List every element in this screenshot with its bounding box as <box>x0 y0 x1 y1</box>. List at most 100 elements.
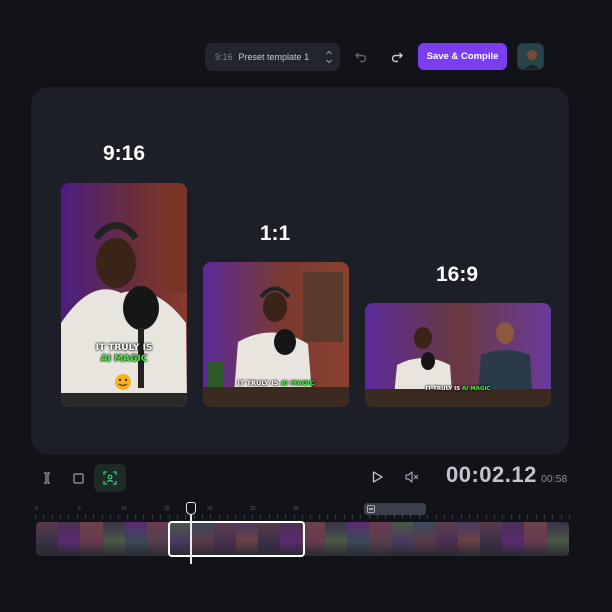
filmstrip-frame <box>413 522 436 556</box>
preview-frame-1-1[interactable]: IT TRULY IS AI MAGIC <box>203 262 349 407</box>
ruler-tick <box>452 515 454 519</box>
ruler-tick <box>510 515 512 519</box>
ruler-tick <box>276 515 278 519</box>
format-label-9-16: 9:16 <box>102 142 146 165</box>
ruler-tick <box>443 515 445 519</box>
caption-overlay: IT TRULY IS AI MAGIC <box>365 386 551 392</box>
stop-icon <box>72 472 84 484</box>
crop-focus-button[interactable] <box>94 464 126 492</box>
ruler-tick <box>327 515 329 519</box>
undo-button[interactable] <box>351 47 371 67</box>
ruler-tick <box>335 515 337 519</box>
ruler-label: 30 <box>293 506 299 512</box>
caption-highlight: AI MAGIC <box>280 379 315 387</box>
filmstrip-frame <box>369 522 392 556</box>
filmstrip-frame <box>80 522 103 556</box>
preset-ratio: 9:16 <box>215 52 233 62</box>
selected-segment[interactable] <box>168 521 305 557</box>
caption-overlay: IT TRULY IS AI MAGIC <box>61 343 187 365</box>
crop-focus-icon <box>103 471 117 485</box>
filmstrip-frame <box>480 522 503 556</box>
split-button[interactable] <box>38 468 56 488</box>
ruler-tick <box>210 515 212 519</box>
play-icon <box>372 471 383 483</box>
redo-icon <box>391 52 403 63</box>
undo-icon <box>355 52 367 63</box>
ruler-tick <box>310 515 312 519</box>
filmstrip-frame <box>58 522 81 556</box>
caption-segment-tag[interactable] <box>364 503 426 515</box>
ruler-tick <box>268 515 270 519</box>
ruler-tick <box>402 515 404 519</box>
avatar[interactable] <box>517 43 544 70</box>
preview-frame-16-9[interactable]: IT TRULY IS AI MAGIC <box>365 303 551 407</box>
filmstrip-frame <box>391 522 414 556</box>
ruler-label: 15 <box>164 506 170 512</box>
ruler-tick <box>485 515 487 519</box>
ruler-tick <box>126 515 128 519</box>
ruler-tick <box>226 515 228 519</box>
current-time: 00:02.12 <box>446 462 537 487</box>
filmstrip-frame <box>302 522 325 556</box>
chevron-updown-icon <box>326 50 332 64</box>
stop-button[interactable] <box>69 468 87 488</box>
save-compile-button[interactable]: Save & Compile <box>418 43 507 70</box>
mute-icon <box>405 471 419 483</box>
ruler-tick <box>343 515 345 519</box>
ruler-tick <box>143 515 145 519</box>
ruler-tick <box>385 515 387 519</box>
ruler-tick <box>160 515 162 519</box>
timeline-ruler[interactable]: 0 5 10 15 20 25 30 <box>35 505 570 519</box>
total-duration: 00:58 <box>541 473 568 485</box>
ruler-tick <box>543 515 545 519</box>
ruler-tick <box>176 515 178 519</box>
ruler-label: 10 <box>121 506 127 512</box>
caption-highlight: AI MAGIC <box>462 386 491 392</box>
ruler-tick <box>151 515 153 519</box>
ruler-tick <box>527 515 529 519</box>
ruler-tick <box>218 515 220 519</box>
ruler-tick <box>285 515 287 519</box>
filmstrip-frame <box>346 522 370 556</box>
ruler-tick <box>76 515 78 519</box>
ruler-tick <box>243 515 245 519</box>
filmstrip-frame <box>36 522 59 556</box>
ruler-tick <box>110 515 112 519</box>
ruler-tick <box>293 515 295 519</box>
filmstrip-frame <box>124 522 148 556</box>
ruler-tick <box>101 515 103 519</box>
filmstrip-frame <box>147 522 170 556</box>
mute-button[interactable] <box>402 467 422 487</box>
ruler-tick <box>35 515 36 519</box>
playhead-handle[interactable] <box>186 502 196 515</box>
ruler-tick <box>352 515 354 519</box>
ruler-tick <box>552 515 554 519</box>
ruler-tick <box>377 515 379 519</box>
redo-button[interactable] <box>387 47 407 67</box>
ruler-tick <box>185 515 187 519</box>
ruler-label: 5 <box>78 506 81 512</box>
ruler-tick <box>51 515 53 519</box>
split-icon <box>44 472 50 484</box>
ruler-tick <box>460 515 462 519</box>
filmstrip-frame <box>102 522 125 556</box>
ruler-tick <box>493 515 495 519</box>
ruler-label: 0 <box>35 506 38 512</box>
ruler-tick <box>201 515 203 519</box>
caption-highlight: AI MAGIC <box>100 354 148 364</box>
ruler-tick <box>251 515 253 519</box>
filmstrip-frame <box>324 522 347 556</box>
ruler-tick <box>393 515 395 519</box>
play-button[interactable] <box>367 467 387 487</box>
ruler-tick <box>302 515 303 519</box>
filmstrip-frame <box>502 522 525 556</box>
ruler-tick <box>360 515 362 519</box>
preset-template-select[interactable]: 9:16 Preset template 1 <box>205 43 340 71</box>
format-label-16-9: 16:9 <box>435 263 479 286</box>
ruler-label: 20 <box>207 506 213 512</box>
caption-overlay: IT TRULY IS AI MAGIC <box>203 379 349 387</box>
filmstrip-frame <box>457 522 481 556</box>
caption-line: IT TRULY IS <box>425 386 461 392</box>
ruler-tick <box>318 515 320 519</box>
preview-frame-9-16[interactable]: IT TRULY IS AI MAGIC <box>61 183 187 407</box>
